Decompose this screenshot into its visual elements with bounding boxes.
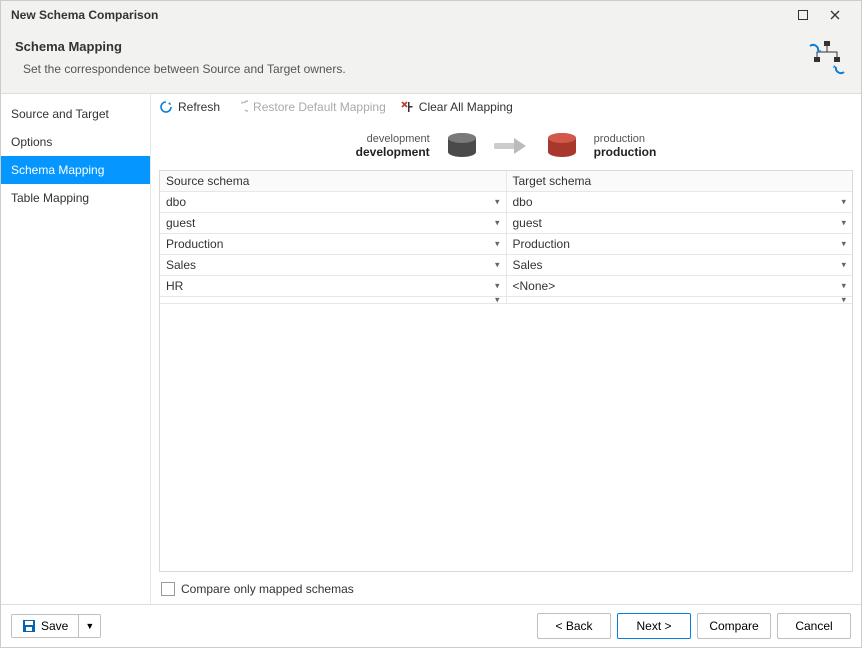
source-schema-header: Source schema <box>160 171 507 191</box>
compare-only-row: Compare only mapped schemas <box>151 572 861 604</box>
mapping-row: ▾▾ <box>160 297 852 304</box>
clear-label: Clear All Mapping <box>419 100 513 114</box>
wizard-sidebar: Source and Target Options Schema Mapping… <box>1 94 151 604</box>
source-db-top: development <box>356 133 430 145</box>
page-title: Schema Mapping <box>15 39 807 54</box>
source-schema-cell[interactable]: Production▾ <box>160 234 507 254</box>
titlebar: New Schema Comparison <box>1 1 861 29</box>
content-pane: Refresh Restore Default Mapping Clear Al… <box>151 94 861 604</box>
refresh-button[interactable]: Refresh <box>159 100 220 114</box>
maximize-icon <box>798 10 808 20</box>
save-button[interactable]: Save <box>12 615 78 637</box>
compare-button[interactable]: Compare <box>697 613 771 639</box>
target-db-name: production <box>594 145 657 159</box>
dropdown-icon[interactable]: ▾ <box>495 218 500 229</box>
sidebar-item-options[interactable]: Options <box>1 128 150 156</box>
cancel-button[interactable]: Cancel <box>777 613 851 639</box>
mapping-row: dbo▾dbo▾ <box>160 192 852 213</box>
dropdown-icon[interactable]: ▾ <box>495 295 500 306</box>
dropdown-icon[interactable]: ▾ <box>495 281 500 292</box>
mapping-row: Sales▾Sales▾ <box>160 255 852 276</box>
mapping-header-row: Source schema Target schema <box>160 171 852 192</box>
mapping-row: guest▾guest▾ <box>160 213 852 234</box>
target-db-top: production <box>594 133 657 145</box>
restore-label: Restore Default Mapping <box>253 100 386 114</box>
source-schema-cell[interactable]: dbo▾ <box>160 192 507 212</box>
save-dropdown[interactable]: ▼ <box>78 615 100 637</box>
dropdown-icon[interactable]: ▾ <box>495 239 500 250</box>
target-schema-cell[interactable]: guest▾ <box>507 213 853 233</box>
main-area: Source and Target Options Schema Mapping… <box>1 94 861 604</box>
mapping-table: Source schema Target schema dbo▾dbo▾gues… <box>159 170 853 572</box>
source-schema-cell[interactable]: HR▾ <box>160 276 507 296</box>
sidebar-item-table-mapping[interactable]: Table Mapping <box>1 184 150 212</box>
toolbar: Refresh Restore Default Mapping Clear Al… <box>151 94 861 120</box>
footer: Save ▼ < Back Next > Compare Cancel <box>1 604 861 647</box>
dropdown-icon[interactable]: ▾ <box>841 281 846 292</box>
undo-icon <box>234 100 248 114</box>
target-schema-cell[interactable]: <None>▾ <box>507 276 853 296</box>
source-schema-cell[interactable]: Sales▾ <box>160 255 507 275</box>
refresh-icon <box>159 100 173 114</box>
source-db-name: development <box>356 145 430 159</box>
compare-only-checkbox[interactable] <box>161 582 175 596</box>
mapping-row: HR▾<None>▾ <box>160 276 852 297</box>
database-target-icon <box>544 132 580 160</box>
close-icon <box>830 10 840 20</box>
dropdown-icon[interactable]: ▾ <box>495 197 500 208</box>
window-title: New Schema Comparison <box>11 8 787 22</box>
restore-default-button: Restore Default Mapping <box>234 100 386 114</box>
close-button[interactable] <box>819 3 851 27</box>
target-schema-cell[interactable]: Production▾ <box>507 234 853 254</box>
source-schema-cell[interactable]: ▾ <box>160 297 507 303</box>
chevron-down-icon: ▼ <box>85 621 94 631</box>
compare-only-label: Compare only mapped schemas <box>181 582 354 596</box>
refresh-label: Refresh <box>178 100 220 114</box>
dropdown-icon[interactable]: ▾ <box>841 260 846 271</box>
dropdown-icon[interactable]: ▾ <box>841 239 846 250</box>
mapping-row: Production▾Production▾ <box>160 234 852 255</box>
dropdown-icon[interactable]: ▾ <box>495 260 500 271</box>
maximize-button[interactable] <box>787 3 819 27</box>
source-schema-cell[interactable]: guest▾ <box>160 213 507 233</box>
dropdown-icon[interactable]: ▾ <box>841 218 846 229</box>
db-connection-diagram: development development production produ… <box>151 120 861 170</box>
target-schema-cell[interactable]: dbo▾ <box>507 192 853 212</box>
save-split-button: Save ▼ <box>11 614 101 638</box>
mapping-body: dbo▾dbo▾guest▾guest▾Production▾Productio… <box>160 192 852 571</box>
next-button[interactable]: Next > <box>617 613 691 639</box>
sidebar-item-source-target[interactable]: Source and Target <box>1 100 150 128</box>
sidebar-item-schema-mapping[interactable]: Schema Mapping <box>1 156 150 184</box>
database-source-icon <box>444 132 480 160</box>
arrow-right-icon <box>494 136 530 156</box>
back-button[interactable]: < Back <box>537 613 611 639</box>
dropdown-icon[interactable]: ▾ <box>841 295 846 306</box>
page-header: Schema Mapping Set the correspondence be… <box>1 29 861 94</box>
page-subtitle: Set the correspondence between Source an… <box>23 62 807 76</box>
clear-all-button[interactable]: Clear All Mapping <box>400 100 513 114</box>
target-schema-cell[interactable]: Sales▾ <box>507 255 853 275</box>
save-label: Save <box>41 619 68 633</box>
dropdown-icon[interactable]: ▾ <box>841 197 846 208</box>
clear-icon <box>400 100 414 114</box>
target-schema-cell[interactable]: ▾ <box>507 297 853 303</box>
schema-mapping-hero-icon <box>807 39 847 79</box>
save-icon <box>22 619 36 633</box>
target-schema-header: Target schema <box>507 171 853 191</box>
